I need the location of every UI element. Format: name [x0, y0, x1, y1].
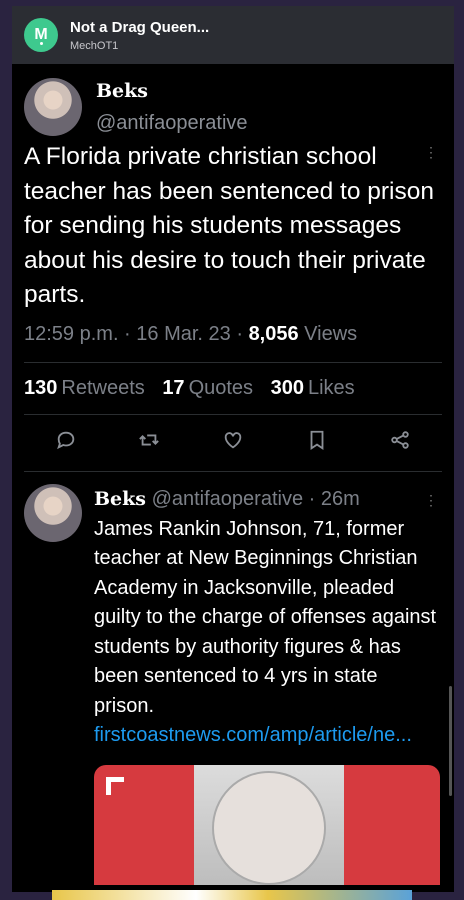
corner-mark [106, 776, 124, 795]
likes-count: 300 [270, 376, 304, 399]
reply-handle-time[interactable]: @antifaoperative · 26m [146, 488, 360, 510]
screenshot-frame: M Not a Drag Queen... MechOT1 Beks @anti… [12, 6, 454, 892]
reply-text: James Rankin Johnson, 71, former teacher… [94, 517, 437, 717]
reply-display-name[interactable]: Beks [94, 488, 146, 510]
retweet-icon[interactable] [138, 429, 160, 456]
author-block: Beks @antifaoperative [96, 78, 248, 134]
top-bar-titles: Not a Drag Queen... MechOT1 [70, 19, 209, 52]
quotes-count: 17 [162, 376, 185, 399]
like-icon[interactable] [222, 429, 244, 456]
likes-label: Likes [307, 376, 355, 399]
handle[interactable]: @antifaoperative [96, 112, 248, 135]
link-preview-image[interactable] [94, 764, 440, 885]
views-count: 8,056 [248, 322, 299, 345]
post-author[interactable]: MechOT1 [70, 40, 209, 52]
quotes-label: Quotes [188, 376, 254, 399]
retweets-label: Retweets [61, 376, 145, 399]
share-icon[interactable] [389, 429, 411, 456]
post-title: Not a Drag Queen... [70, 18, 210, 36]
top-bar: M Not a Drag Queen... MechOT1 [12, 6, 454, 64]
retweets-count: 130 [24, 376, 58, 399]
app-icon[interactable]: M [24, 18, 58, 52]
main-tweet: Beks @antifaoperative ⋮ A Florida privat… [12, 64, 454, 472]
more-icon[interactable]: ⋮ [424, 144, 438, 161]
reply-more-icon[interactable]: ⋮ [424, 492, 438, 509]
bookmark-icon[interactable] [306, 429, 328, 456]
scrollbar[interactable] [449, 686, 452, 796]
display-name[interactable]: Beks [96, 80, 248, 102]
ad-banner[interactable] [52, 890, 412, 900]
article-link[interactable]: firstcoastnews.com/amp/article/ne... [94, 721, 440, 751]
action-bar [24, 415, 442, 472]
tweet-header: Beks @antifaoperative [24, 64, 442, 136]
views-label: Views [298, 322, 358, 345]
tweet-text: A Florida private christian school teach… [24, 143, 434, 308]
reply-header: Beks @antifaoperative · 26m [94, 488, 440, 511]
tweet-stats: 130 Retweets 17 Quotes 300 Likes [24, 363, 442, 415]
quotes-stat[interactable]: 17 Quotes [162, 377, 253, 399]
retweets-stat[interactable]: 130 Retweets [24, 377, 145, 399]
reply-tweet[interactable]: Beks @antifaoperative · 26m James Rankin… [12, 472, 454, 885]
avatar[interactable] [24, 78, 82, 136]
mugshot-head [212, 770, 326, 885]
app-icon-dot [40, 42, 43, 45]
reply-icon[interactable] [55, 429, 77, 456]
reply-avatar[interactable] [24, 483, 82, 542]
tweet-meta: 12:59 p.m. · 16 Mar. 23 · 8,056 Views [24, 323, 442, 363]
tweet-time[interactable]: 12:59 p.m. · 16 Mar. 23 · [24, 323, 249, 345]
reply-content: Beks @antifaoperative · 26m James Rankin… [94, 484, 440, 885]
likes-stat[interactable]: 300 Likes [271, 377, 355, 399]
